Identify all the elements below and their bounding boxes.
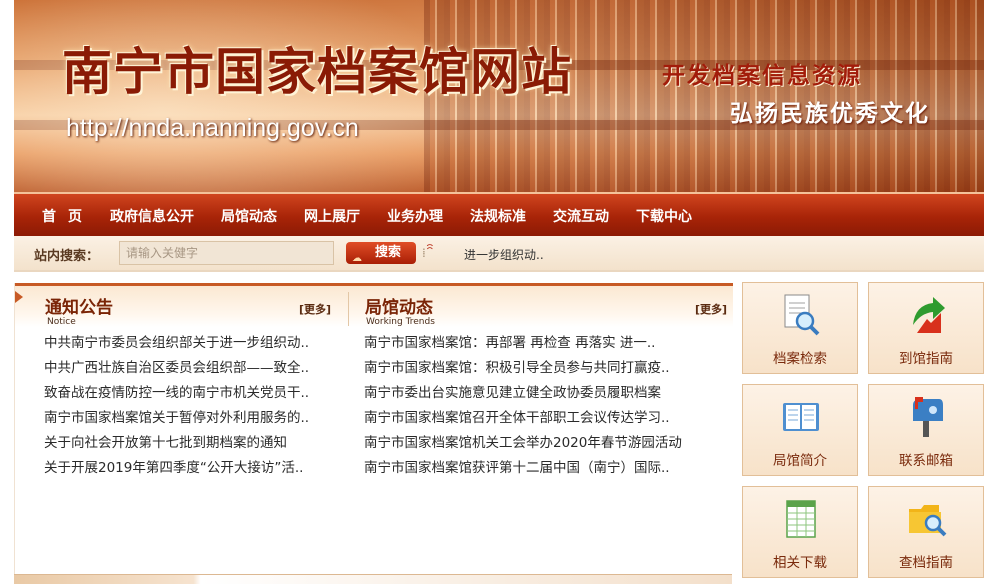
tile-label: 到馆指南 [899,351,953,367]
nav-item-interaction[interactable]: 交流互动 [553,206,609,226]
list-item[interactable]: 南宁市委出台实施意见建立健全政协委员履职档案 [364,381,724,406]
nav-item-online-exhibition[interactable]: 网上展厅 [304,206,360,226]
notice-subtitle: Notice [47,317,76,327]
news-panel: 通知公告 Notice [更多] 局馆动态 Working Trends [更多… [14,283,733,584]
trends-subtitle: Working Trends [366,317,435,327]
tile-archive-guide[interactable]: 查档指南 [868,486,984,578]
trends-more-link[interactable]: [更多] [695,301,727,317]
mailbox-icon [913,397,943,437]
tile-downloads[interactable]: 相关下载 [742,486,858,578]
trends-list: 南宁市国家档案馆：再部署 再检查 再落实 进一.. 南宁市国家档案馆：积极引导全… [364,331,724,481]
tile-label: 档案检索 [773,351,827,367]
list-item[interactable]: 南宁市国家档案馆：积极引导全员参与共同打赢疫.. [364,356,724,381]
arrow-guide-icon [913,297,945,333]
nav-item-services[interactable]: 业务办理 [387,206,443,226]
separator: ⁞ [422,246,426,260]
search-bar: 站内搜索： ☁ 搜索 ⁞ ꩰ 进一步组织动.. [14,236,984,271]
notice-title: 通知公告 [45,298,113,318]
list-item[interactable]: 关于开展2019年第四季度“公开大接访”活.. [44,456,344,481]
arrow-icon [15,291,23,303]
tile-label: 联系邮箱 [899,453,953,469]
panel-footer-strip [14,574,732,584]
nav-item-gov-info[interactable]: 政府信息公开 [110,206,194,226]
list-item[interactable]: 南宁市国家档案馆召开全体干部职工会议传达学习.. [364,406,724,431]
tile-label: 查档指南 [899,555,953,571]
tile-label: 局馆简介 [773,453,827,469]
spreadsheet-download-icon [786,500,816,538]
main-nav: 首页 政府信息公开 局馆动态 网上展厅 业务办理 法规标准 交流互动 下载中心 [14,192,984,236]
notice-list: 中共南宁市委员会组织部关于进一步组织动.. 中共广西壮族自治区委员会组织部——致… [44,331,344,481]
site-title: 南宁市国家档案馆网站 [62,42,572,101]
panel-header: 通知公告 Notice [更多] 局馆动态 Working Trends [更多… [15,283,733,327]
site-url: http://nnda.nanning.gov.cn [66,114,359,142]
folder-search-icon [909,505,947,537]
search-input[interactable] [119,241,334,265]
list-item[interactable]: 南宁市国家档案馆关于暂停对外利用服务的.. [44,406,344,431]
open-book-icon [783,403,819,431]
news-ticker[interactable]: 进一步组织动.. [464,246,544,263]
trends-title: 局馆动态 [365,298,433,318]
list-item[interactable]: 南宁市国家档案馆机关工会举办2020年春节游园活动 [364,431,724,456]
slogan-line-1: 开发档案信息资源 [662,62,862,89]
tile-archive-search[interactable]: 档案检索 [742,282,858,374]
tile-contact-mail[interactable]: 联系邮箱 [868,384,984,476]
slogan-line-2: 弘扬民族优秀文化 [730,100,930,127]
tile-label: 相关下载 [773,555,827,571]
nav-item-regulations[interactable]: 法规标准 [470,206,526,226]
list-item[interactable]: 致奋战在疫情防控一线的南宁市机关党员干.. [44,381,344,406]
nav-item-downloads[interactable]: 下载中心 [636,206,692,226]
search-label: 站内搜索： [34,249,100,264]
list-item[interactable]: 关于向社会开放第十七批到期档案的通知 [44,431,344,456]
site-banner: 南宁市国家档案馆网站 http://nnda.nanning.gov.cn 开发… [14,0,984,192]
list-item[interactable]: 南宁市国家档案馆：再部署 再检查 再落实 进一.. [364,331,724,356]
nav-item-news[interactable]: 局馆动态 [221,206,277,226]
list-item[interactable]: 中共南宁市委员会组织部关于进一步组织动.. [44,331,344,356]
nav-item-home[interactable]: 首页 [42,206,94,226]
notice-more-link[interactable]: [更多] [299,301,331,317]
search-button[interactable]: ☁ 搜索 [346,242,416,264]
document-search-icon [784,294,820,336]
tile-visit-guide[interactable]: 到馆指南 [868,282,984,374]
tile-introduction[interactable]: 局馆简介 [742,384,858,476]
list-item[interactable]: 中共广西壮族自治区委员会组织部——致全.. [44,356,344,381]
list-item[interactable]: 南宁市国家档案馆获评第十二届中国（南宁）国际.. [364,456,724,481]
cloud-icon: ☁ [352,253,362,264]
